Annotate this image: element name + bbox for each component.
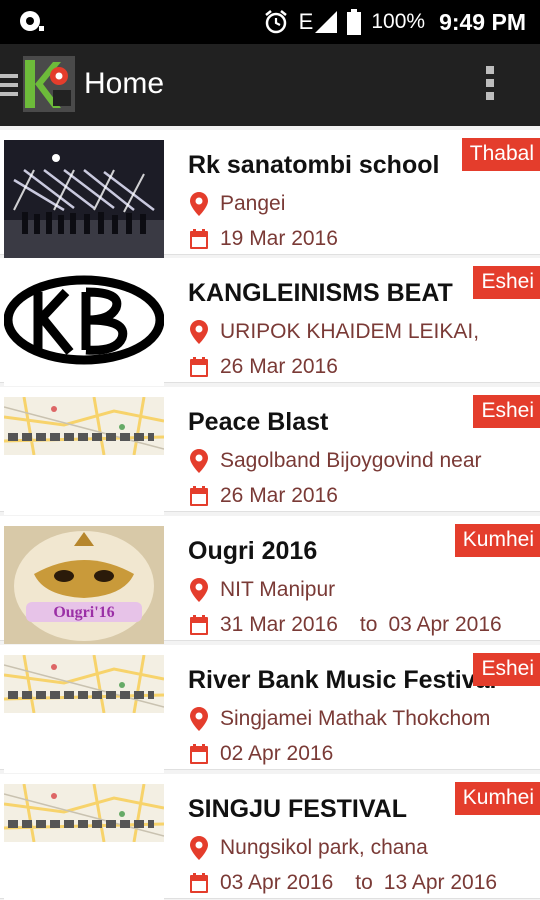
event-list[interactable]: Rk sanatombi school Pangei 19 Mar 2016 T…	[0, 126, 540, 900]
date-range-separator: to	[355, 871, 373, 894]
event-date: 26 Mar 2016	[190, 484, 338, 508]
signal-icon	[315, 11, 338, 33]
event-end-date: 13 Apr 2016	[383, 871, 498, 894]
event-location: NIT Manipur	[190, 578, 335, 602]
status-indicators: E 100% 9:49 PM	[263, 0, 526, 44]
drawer-menu-icon[interactable]	[0, 74, 18, 96]
event-start-date: 03 Apr 2016	[220, 871, 334, 894]
event-card[interactable]: Ougri'16 Ougri 2016 NIT Manipur 31 Mar 2…	[0, 516, 540, 644]
category-badge: Eshei	[473, 653, 540, 686]
battery-icon	[347, 9, 362, 35]
event-location-text: URIPOK KHAIDEM LEIKAI,	[220, 320, 480, 343]
event-date: 31 Mar 2016 to 03 Apr 2016	[190, 613, 502, 637]
event-card[interactable]: Rk sanatombi school Pangei 19 Mar 2016 T…	[0, 130, 540, 258]
event-start-date: 31 Mar 2016	[220, 613, 338, 636]
event-location-text: Singjamei Mathak Thokchom	[220, 707, 491, 730]
event-date: 02 Apr 2016	[190, 742, 333, 766]
status-bar: E 100% 9:49 PM	[0, 0, 540, 44]
event-thumbnail: Ougri'16	[4, 526, 164, 644]
calendar-icon	[190, 357, 208, 377]
event-location-text: Sagolband Bijoygovind near	[220, 449, 482, 472]
category-badge: Kumhei	[454, 782, 540, 815]
event-end-date: 03 Apr 2016	[388, 613, 502, 636]
event-start-date: 26 Mar 2016	[220, 355, 338, 378]
event-card[interactable]: SINGJU FESTIVAL Nungsikol park, chana 03…	[0, 774, 540, 900]
page-title: Home	[84, 67, 165, 100]
svg-text:Ougri'16: Ougri'16	[53, 604, 114, 621]
category-badge: Thabal	[461, 138, 540, 171]
event-location-text: Nungsikol park, chana	[220, 836, 428, 859]
network-type: E	[298, 9, 314, 34]
event-start-date: 26 Mar 2016	[220, 484, 338, 507]
location-pin-icon	[190, 192, 208, 216]
event-card[interactable]: KANGLEINISMS BEAT URIPOK KHAIDEM LEIKAI,…	[0, 258, 540, 386]
overflow-menu-icon[interactable]	[486, 66, 496, 104]
clock: 9:49 PM	[439, 8, 526, 35]
event-location: Singjamei Mathak Thokchom	[190, 707, 490, 731]
app-logo[interactable]	[23, 56, 75, 112]
event-start-date: 19 Mar 2016	[220, 227, 338, 250]
calendar-icon	[190, 873, 208, 893]
event-thumbnail	[4, 655, 164, 773]
event-location-text: Pangei	[220, 192, 286, 215]
event-date: 26 Mar 2016	[190, 355, 338, 379]
app-bar: Home	[0, 44, 540, 126]
event-card[interactable]: Peace Blast Sagolband Bijoygovind near 2…	[0, 387, 540, 515]
alarm-icon	[264, 10, 287, 34]
event-card[interactable]: River Bank Music Festival Singjamei Math…	[0, 645, 540, 773]
category-badge: Eshei	[473, 395, 540, 428]
event-location: Nungsikol park, chana	[190, 836, 428, 860]
location-pin-icon	[190, 578, 208, 602]
event-thumbnail	[4, 397, 164, 515]
event-date: 03 Apr 2016 to 13 Apr 2016	[190, 871, 497, 895]
notification-icon	[20, 11, 44, 31]
event-thumbnail	[4, 268, 164, 386]
location-pin-icon	[190, 449, 208, 473]
calendar-icon	[190, 744, 208, 764]
category-badge: Eshei	[473, 266, 540, 299]
event-thumbnail	[4, 140, 164, 258]
event-location: Sagolband Bijoygovind near	[190, 449, 482, 473]
event-location: Pangei	[190, 192, 285, 216]
location-pin-icon	[190, 707, 208, 731]
date-range-separator: to	[359, 613, 378, 636]
battery-percent: 100%	[371, 10, 426, 33]
category-badge: Kumhei	[454, 524, 540, 557]
event-location-text: NIT Manipur	[220, 578, 336, 601]
location-pin-icon	[190, 836, 208, 860]
event-start-date: 02 Apr 2016	[220, 742, 334, 765]
calendar-icon	[190, 615, 208, 635]
calendar-icon	[190, 229, 208, 249]
event-location: URIPOK KHAIDEM LEIKAI,	[190, 320, 479, 344]
location-pin-icon	[190, 320, 208, 344]
event-thumbnail	[4, 784, 164, 900]
event-date: 19 Mar 2016	[190, 227, 338, 251]
calendar-icon	[190, 486, 208, 506]
